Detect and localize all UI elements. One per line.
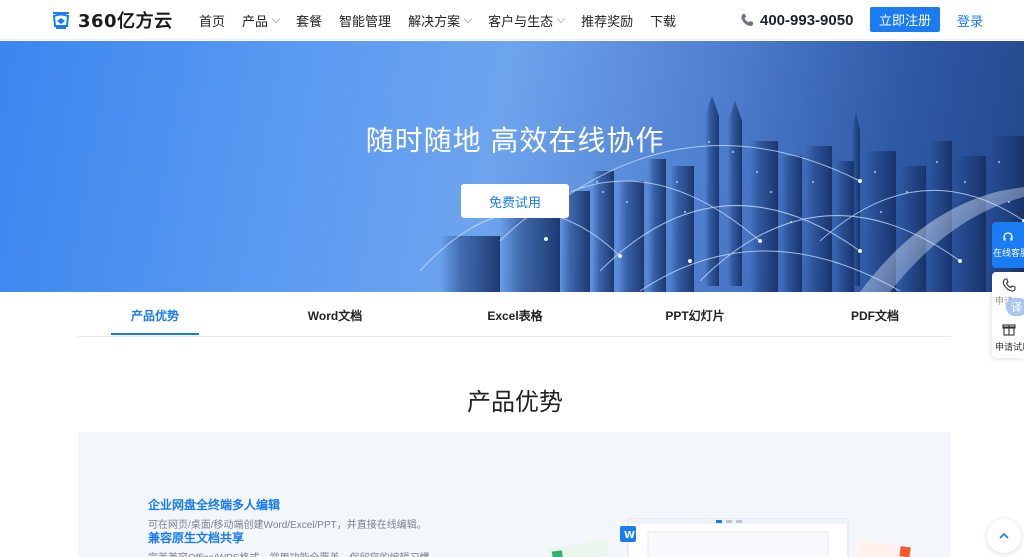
nav-item-label: 推荐奖励 [581, 13, 634, 29]
gift-icon [1002, 324, 1016, 336]
nav-item[interactable]: 解决方案 [408, 11, 473, 30]
online-service-button[interactable]: 在线客服 [992, 222, 1024, 268]
logo-icon [52, 12, 70, 29]
nav-item-label: 首页 [199, 13, 226, 29]
tab-label: PDF文档 [850, 308, 899, 323]
feature-item: 企业网盘全终端多人编辑 可在网页/桌面/移动端创建Word/Excel/PPT，… [148, 496, 427, 531]
side-actions: 申请 译 申请试用 [992, 272, 1024, 358]
headset-icon [1003, 232, 1013, 241]
feature-title: 兼容原生文档共享 [148, 531, 245, 545]
nav-item[interactable]: 推荐奖励 [581, 11, 633, 30]
product-tabs: 产品优势 Word文档 Excel表格 PPT幻灯片 PDF文档 [78, 293, 951, 337]
tab-item[interactable]: PPT幻灯片 [625, 293, 765, 337]
tab-label: Word文档 [307, 308, 363, 323]
nav-item-label: 解决方案 [408, 13, 461, 29]
document-editor-illustration: W [547, 518, 914, 557]
register-button[interactable]: 立即注册 [870, 7, 940, 32]
logo-text: 360亿方云 [78, 11, 173, 32]
chevron-down-icon [463, 14, 473, 23]
phone-icon [741, 14, 753, 26]
nav-item[interactable]: 首页 [199, 11, 225, 30]
feature-panel: 企业网盘全终端多人编辑 可在网页/桌面/移动端创建Word/Excel/PPT，… [78, 432, 951, 557]
side-trial-label: 申请试用 [995, 342, 1024, 352]
phone-icon [1002, 278, 1016, 292]
nav-item-label: 套餐 [296, 13, 323, 29]
nav-item[interactable]: 客户与生态 [488, 11, 566, 30]
nav-item-label: 下载 [650, 13, 677, 29]
side-float-toolbar: 在线客服 申请 译 申请试用 [992, 222, 1024, 358]
free-trial-button[interactable]: 免费试用 [461, 184, 569, 218]
feature-item: 兼容原生文档共享 完美兼容Office/WPS格式，常用功能全覆盖，保留您的编辑… [148, 529, 440, 557]
nav-item[interactable]: 智能管理 [339, 11, 391, 30]
phone-number: 400-993-9050 [760, 11, 854, 29]
main-nav: 首页 产品 套餐 智能管理 解决方案 客户与生态 推荐奖励 下载 [199, 0, 693, 40]
tab-item[interactable]: Word文档 [265, 293, 405, 337]
svg-text:W: W [624, 530, 635, 541]
chevron-up-icon [999, 532, 1009, 539]
nav-item[interactable]: 套餐 [296, 11, 322, 30]
tab-label: PPT幻灯片 [665, 308, 725, 323]
hero-banner: 随时随地 高效在线协作 免费试用 [0, 41, 1024, 292]
online-service-label: 在线客服 [993, 248, 1024, 258]
translate-badge[interactable]: 译 [1006, 298, 1024, 316]
nav-item-label: 产品 [242, 13, 269, 29]
tab-item[interactable]: Excel表格 [445, 293, 585, 337]
nav-item-label: 智能管理 [339, 13, 392, 29]
nav-item[interactable]: 下载 [650, 11, 676, 30]
section-title: 产品优势 [467, 389, 563, 416]
side-trial-item[interactable] [1002, 322, 1016, 341]
chevron-down-icon [271, 14, 281, 23]
hotline: 400-993-9050 [740, 0, 853, 40]
tab-label: 产品优势 [130, 308, 179, 323]
chevron-down-icon [556, 14, 566, 23]
city-skyline-illustration [419, 96, 1024, 292]
logo[interactable]: 360亿方云 [50, 8, 173, 32]
feature-title: 企业网盘全终端多人编辑 [148, 498, 281, 512]
scroll-to-top-button[interactable] [987, 519, 1021, 553]
tab-label: Excel表格 [487, 308, 543, 323]
tab-item[interactable]: 产品优势 [85, 293, 225, 337]
tab-item[interactable]: PDF文档 [805, 293, 945, 337]
top-header: 360亿方云 首页 产品 套餐 智能管理 解决方案 客户与生态 推荐奖励 下载 400-993… [0, 0, 1024, 40]
translate-badge-text: 译 [1011, 302, 1022, 314]
feature-desc: 完美兼容Office/WPS格式，常用功能全覆盖，保留您的编辑习惯。 [148, 549, 440, 557]
nav-item-label: 客户与生态 [488, 13, 554, 29]
login-link[interactable]: 登录 [957, 0, 983, 40]
banner-title: 随时随地 高效在线协作 [365, 125, 665, 156]
nav-item[interactable]: 产品 [242, 11, 281, 30]
